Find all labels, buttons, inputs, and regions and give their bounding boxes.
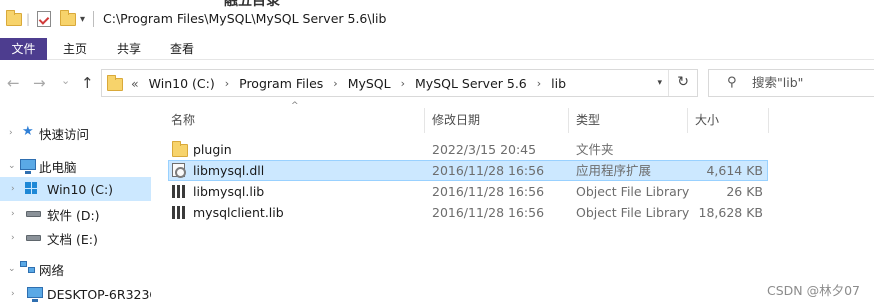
recent-locations-icon[interactable]: ⌄ <box>61 73 70 89</box>
lib-file-icon <box>172 206 185 219</box>
tab-file[interactable]: 文件 <box>0 38 47 60</box>
title-bar: 融五目录 | ▾ C:\Program Files\MySQL\MySQL Se… <box>0 0 874 38</box>
file-type: 文件夹 <box>576 142 614 157</box>
up-arrow-icon[interactable]: ↑ <box>81 75 94 91</box>
tab-view[interactable]: 查看 <box>159 38 205 60</box>
refresh-icon[interactable]: ↻ <box>677 74 689 90</box>
address-folder-icon <box>107 74 123 91</box>
breadcrumb-program-files[interactable]: Program Files <box>239 76 323 91</box>
sidebar-item-c-drive[interactable]: › Win10 (C:) <box>0 177 151 201</box>
sidebar-item-quick-access[interactable]: › ★ 快速访问 <box>0 121 151 145</box>
file-name: libmysql.dll <box>193 163 265 178</box>
window-title: C:\Program Files\MySQL\MySQL Server 5.6\… <box>103 11 387 26</box>
file-row-libmysql-lib[interactable]: libmysql.lib 2016/11/28 16:56 Object Fil… <box>168 181 768 202</box>
search-input[interactable] <box>752 75 872 90</box>
dll-file-icon <box>172 163 186 178</box>
file-name: mysqlclient.lib <box>193 205 284 220</box>
tab-share[interactable]: 共享 <box>106 38 152 60</box>
drive-icon <box>26 211 41 217</box>
tab-home[interactable]: 主页 <box>52 38 98 60</box>
sidebar-item-label: 软件 (D:) <box>47 207 100 223</box>
expand-chevron-icon[interactable]: › <box>9 128 13 138</box>
file-list: ^ 名称 修改日期 类型 大小 plugin 2022/3/15 20:45 文… <box>151 101 874 307</box>
file-modified: 2016/11/28 16:56 <box>432 184 545 199</box>
column-header-modified[interactable]: 修改日期 <box>426 108 569 133</box>
breadcrumb-lib[interactable]: lib <box>551 76 566 91</box>
expand-chevron-icon[interactable]: › <box>11 209 15 219</box>
lib-file-icon <box>172 185 185 198</box>
breadcrumb-chevron-icon[interactable]: › <box>537 77 541 90</box>
qa-separator: | <box>26 12 31 26</box>
quick-access-dropdown-icon[interactable]: ▾ <box>80 11 85 27</box>
properties-icon[interactable] <box>37 11 51 27</box>
column-divider[interactable] <box>687 108 688 133</box>
file-size: 4,614 KB <box>706 163 763 178</box>
back-arrow-icon[interactable]: ← <box>7 75 20 91</box>
expand-chevron-icon[interactable]: › <box>11 233 15 243</box>
file-name: libmysql.lib <box>193 184 265 199</box>
drive-icon <box>26 235 41 241</box>
file-size: 26 KB <box>726 184 763 199</box>
sidebar-item-label: 快速访问 <box>39 126 90 142</box>
address-overflow-icon[interactable]: « <box>131 76 139 91</box>
column-header-name[interactable]: 名称 <box>165 108 425 133</box>
file-type: 应用程序扩展 <box>576 163 652 178</box>
file-row-plugin[interactable]: plugin 2022/3/15 20:45 文件夹 <box>168 139 768 160</box>
sidebar-item-label: 此电脑 <box>39 159 77 175</box>
file-modified: 2022/3/15 20:45 <box>432 142 537 157</box>
watermark-text: CSDN @林夕07 <box>766 283 860 298</box>
network-icon <box>20 261 36 274</box>
sidebar-item-network[interactable]: ⌄ 网络 <box>0 257 151 281</box>
column-header-size[interactable]: 大小 <box>689 108 769 133</box>
file-size: 18,628 KB <box>698 205 763 220</box>
address-divider <box>668 70 669 96</box>
breadcrumb-c-drive[interactable]: Win10 (C:) <box>149 76 215 91</box>
folder-icon <box>6 9 22 27</box>
sidebar-item-label: 网络 <box>39 262 65 278</box>
computer-icon <box>20 159 36 174</box>
sidebar-item-label: 文档 (E:) <box>47 231 98 247</box>
address-dropdown-icon[interactable]: ▾ <box>657 78 662 88</box>
file-type: Object File Library <box>576 205 690 220</box>
sidebar-item-d-drive[interactable]: › 软件 (D:) <box>0 202 151 226</box>
breadcrumb-mysql-server[interactable]: MySQL Server 5.6 <box>415 76 527 91</box>
collapse-chevron-icon[interactable]: ⌄ <box>8 264 16 274</box>
file-modified: 2016/11/28 16:56 <box>432 205 545 220</box>
new-folder-icon[interactable] <box>60 9 76 27</box>
search-box[interactable]: ⚲ <box>708 69 874 97</box>
navigation-bar: ← → ⌄ ↑ « Win10 (C:) › Program Files › M… <box>0 61 874 106</box>
column-divider[interactable] <box>768 108 769 133</box>
collapse-chevron-icon[interactable]: ⌄ <box>8 161 16 171</box>
breadcrumb-chevron-icon[interactable]: › <box>225 77 229 90</box>
column-header-type[interactable]: 类型 <box>570 108 688 133</box>
breadcrumb-chevron-icon[interactable]: › <box>401 77 405 90</box>
expand-chevron-icon[interactable]: › <box>11 184 15 194</box>
column-divider[interactable] <box>568 108 569 133</box>
address-bar[interactable]: « Win10 (C:) › Program Files › MySQL › M… <box>101 69 698 97</box>
title-overflow-text: 融五目录 <box>224 0 280 9</box>
search-icon: ⚲ <box>727 75 737 90</box>
forward-arrow-icon[interactable]: → <box>33 75 46 91</box>
star-icon: ★ <box>22 124 34 139</box>
ribbon-tabs: 文件 主页 共享 查看 <box>0 38 874 60</box>
expand-chevron-icon[interactable]: › <box>11 289 15 299</box>
sidebar-item-label: DESKTOP-6R323C <box>47 286 151 302</box>
breadcrumb-chevron-icon[interactable]: › <box>333 77 337 90</box>
file-row-mysqlclient-lib[interactable]: mysqlclient.lib 2016/11/28 16:56 Object … <box>168 202 768 223</box>
navigation-pane: › ★ 快速访问 ⌄ 此电脑 › Win10 (C:) › 软件 (D:) › … <box>0 106 151 307</box>
column-divider[interactable] <box>424 108 425 133</box>
breadcrumb-mysql[interactable]: MySQL <box>348 76 391 91</box>
file-modified: 2016/11/28 16:56 <box>432 163 545 178</box>
system-drive-icon <box>25 182 37 194</box>
sidebar-item-desktop-pc[interactable]: › DESKTOP-6R323C <box>0 282 151 306</box>
file-row-libmysql-dll[interactable]: libmysql.dll 2016/11/28 16:56 应用程序扩展 4,6… <box>168 160 768 181</box>
file-type: Object File Library <box>576 184 690 199</box>
file-name: plugin <box>193 142 232 157</box>
sidebar-item-this-pc[interactable]: ⌄ 此电脑 <box>0 154 151 178</box>
file-size <box>693 139 763 160</box>
sidebar-item-label: Win10 (C:) <box>47 181 114 197</box>
computer-icon <box>27 287 43 302</box>
sidebar-item-e-drive[interactable]: › 文档 (E:) <box>0 226 151 250</box>
title-separator <box>93 11 94 27</box>
